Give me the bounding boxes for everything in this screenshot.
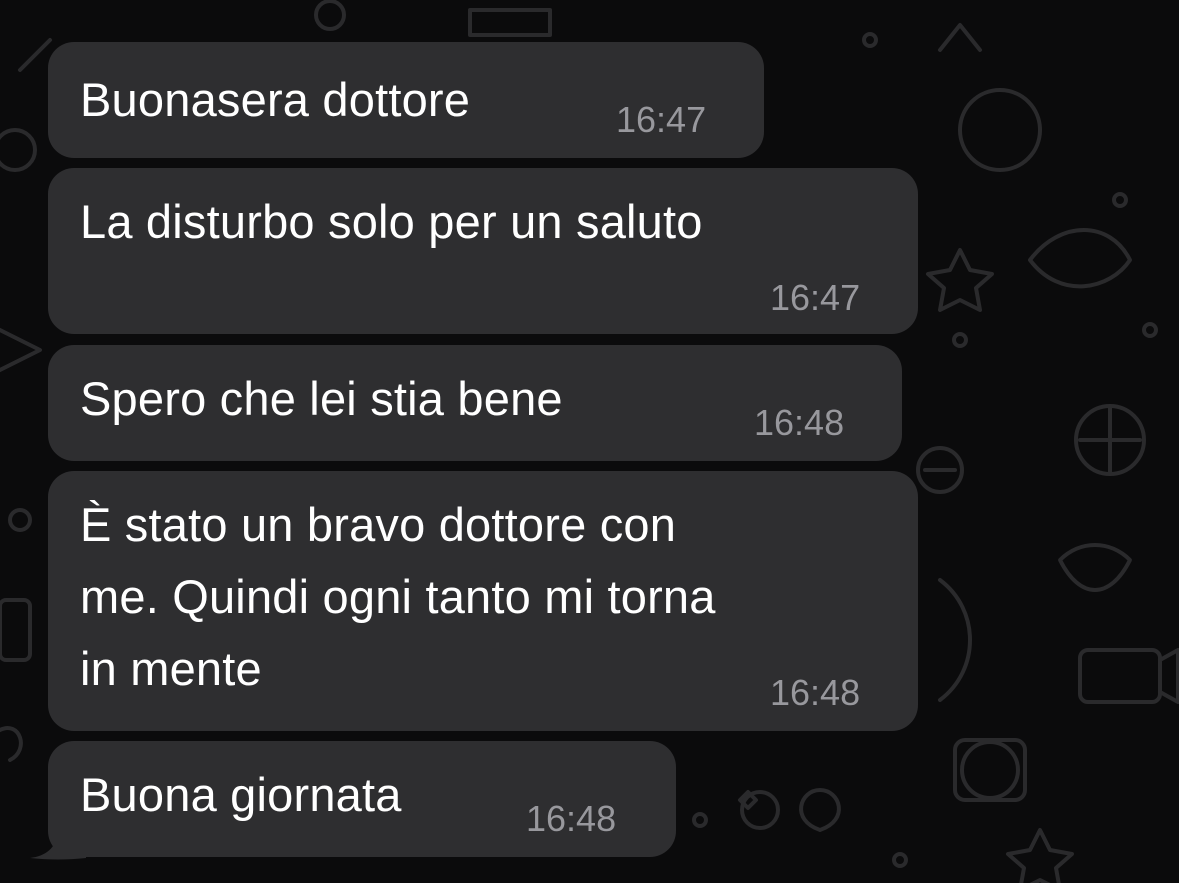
message-bubble[interactable]: La disturbo solo per un saluto 16:47	[48, 168, 918, 334]
message-text: Buona giornata	[80, 768, 402, 821]
message-text: in mente	[80, 642, 262, 695]
message-text: È stato un bravo dottore con	[80, 498, 677, 551]
message-timestamp: 16:47	[616, 99, 707, 140]
message-text: Buonasera dottore	[80, 73, 471, 126]
message-bubble[interactable]: È stato un bravo dottore con me. Quindi …	[48, 471, 918, 731]
message-timestamp: 16:48	[770, 672, 861, 713]
message-timestamp: 16:48	[526, 798, 617, 839]
message-timestamp: 16:48	[754, 402, 845, 443]
message-bubble[interactable]: Spero che lei stia bene 16:48	[48, 345, 902, 461]
chat-conversation: Buonasera dottore 16:47 La disturbo solo…	[0, 0, 1179, 883]
message-text: me. Quindi ogni tanto mi torna	[80, 570, 716, 623]
message-bubble[interactable]: Buona giornata 16:48	[48, 741, 676, 857]
message-text: La disturbo solo per un saluto	[80, 195, 703, 248]
bubble-tail	[30, 832, 86, 860]
message-text: Spero che lei stia bene	[80, 372, 563, 425]
message-bubble[interactable]: Buonasera dottore 16:47	[48, 42, 764, 158]
message-timestamp: 16:47	[770, 277, 861, 318]
